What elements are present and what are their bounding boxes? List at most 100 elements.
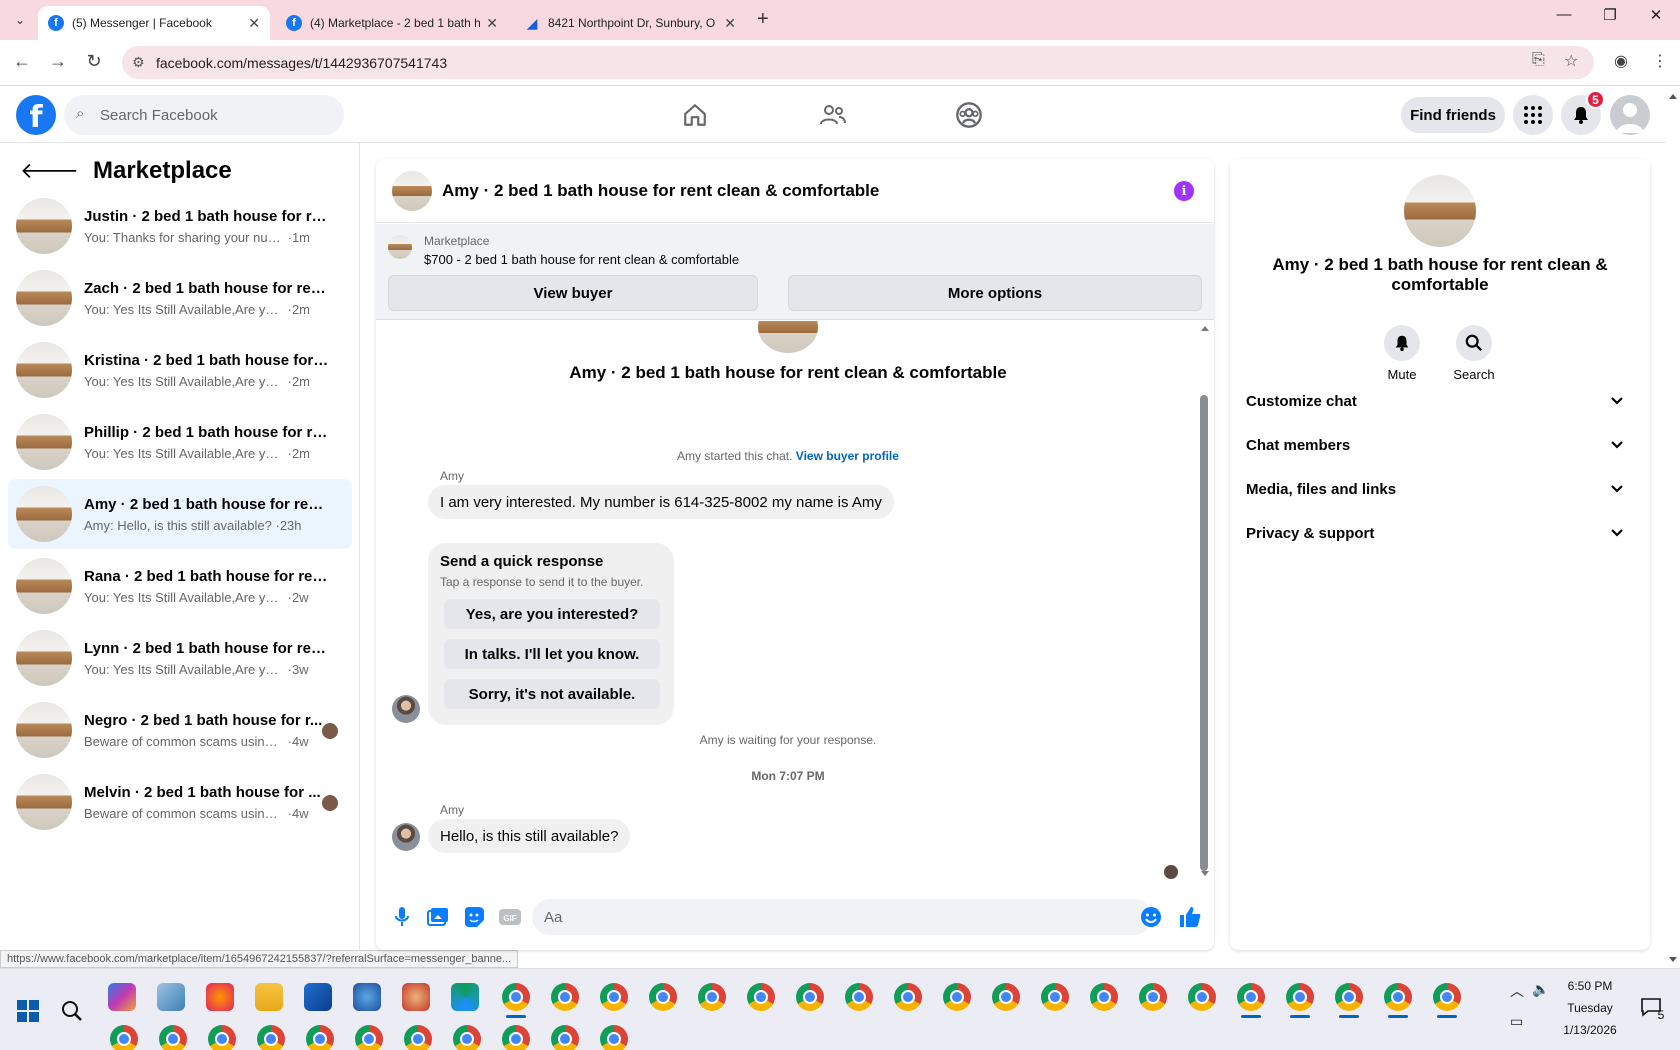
close-tab-icon[interactable]: ✕: [248, 15, 260, 32]
quick-reply-not-available-button[interactable]: Sorry, it's not available.: [444, 679, 660, 709]
facebook-search-input[interactable]: ⌕ Search Facebook: [64, 95, 344, 135]
chat-avatar[interactable]: [392, 170, 432, 211]
view-buyer-button[interactable]: View buyer: [388, 275, 758, 311]
info-section-row[interactable]: Privacy & support: [1246, 513, 1634, 553]
conversation-item[interactable]: Lynn · 2 bed 1 bath house for rent ... Yo…: [8, 623, 352, 693]
back-arrow-icon[interactable]: 🡐: [20, 158, 79, 184]
find-friends-button[interactable]: Find friends: [1401, 97, 1505, 133]
chrome-window-icon[interactable]: [208, 1025, 236, 1050]
home-icon[interactable]: [675, 99, 715, 131]
chrome-window-icon[interactable]: [796, 983, 824, 1011]
install-app-icon[interactable]: ⎘: [1532, 51, 1545, 69]
thumbs-up-icon[interactable]: [1178, 905, 1202, 929]
facebook-logo-icon[interactable]: f: [16, 95, 56, 135]
conversation-item[interactable]: Rana · 2 bed 1 bath house for rent ... Yo…: [8, 551, 352, 621]
info-avatar[interactable]: [1404, 175, 1476, 247]
paint-icon[interactable]: [402, 983, 430, 1011]
chrome-window-icon[interactable]: [1384, 983, 1412, 1011]
minimize-icon[interactable]: —: [1544, 6, 1584, 23]
page-scrollbar[interactable]: [1666, 87, 1680, 967]
conversation-item[interactable]: Justin · 2 bed 1 bath house for rent... Y…: [8, 191, 352, 261]
chrome-window-icon[interactable]: [551, 1025, 579, 1050]
restore-icon[interactable]: ❐: [1590, 6, 1630, 24]
close-tab-icon[interactable]: ✕: [724, 15, 736, 32]
chrome-window-icon[interactable]: [355, 1025, 383, 1050]
file-explorer-icon[interactable]: [255, 983, 283, 1011]
quick-reply-yes-button[interactable]: Yes, are you interested?: [444, 599, 660, 629]
message-bubble[interactable]: I am very interested. My number is 614-3…: [428, 485, 894, 519]
site-info-icon[interactable]: ⚙: [132, 54, 145, 71]
taskbar-search-icon[interactable]: [58, 997, 86, 1025]
message-bubble[interactable]: Hello, is this still available?: [428, 819, 631, 853]
microphone-icon[interactable]: [390, 905, 414, 929]
groups-icon[interactable]: [949, 99, 989, 131]
conversation-item[interactable]: Melvin · 2 bed 1 bath house for ... Bewar…: [8, 767, 352, 837]
chrome-window-icon[interactable]: [600, 983, 628, 1011]
reload-icon[interactable]: ↻: [82, 51, 106, 72]
chrome-window-icon[interactable]: [1188, 983, 1216, 1011]
chrome-window-icon[interactable]: [257, 1025, 285, 1050]
new-tab-icon[interactable]: +: [757, 8, 769, 31]
conversation-item[interactable]: Negro · 2 bed 1 bath house for r... Bewar…: [8, 695, 352, 765]
mute-button[interactable]: Mute: [1372, 325, 1432, 382]
chrome-window-icon[interactable]: [1139, 983, 1167, 1011]
chrome-window-icon[interactable]: [453, 1025, 481, 1050]
chrome-window-icon[interactable]: [502, 1025, 530, 1050]
info-icon[interactable]: i: [1174, 181, 1194, 201]
chrome-window-icon[interactable]: [943, 983, 971, 1011]
chrome-window-icon[interactable]: [600, 1025, 628, 1050]
browser-tab-messenger[interactable]: f (5) Messenger | Facebook ✕: [38, 6, 270, 40]
more-options-button[interactable]: More options: [788, 275, 1202, 311]
chrome-window-icon[interactable]: [110, 1025, 138, 1050]
chrome-window-icon[interactable]: [698, 983, 726, 1011]
chrome-window-icon[interactable]: [1286, 983, 1314, 1011]
close-tab-icon[interactable]: ✕: [486, 15, 498, 32]
emoji-icon[interactable]: [1139, 905, 1163, 929]
skype-icon[interactable]: [353, 983, 381, 1011]
chrome-window-icon[interactable]: [502, 983, 530, 1011]
chrome-window-icon[interactable]: [306, 1025, 334, 1050]
thread-scroll-thumb[interactable]: [1200, 395, 1208, 871]
chrome-window-icon[interactable]: [1433, 983, 1461, 1011]
info-section-row[interactable]: Chat members: [1246, 425, 1634, 465]
address-bar[interactable]: ⚙ facebook.com/messages/t/14429367075417…: [122, 46, 1594, 79]
quick-reply-in-talks-button[interactable]: In talks. I'll let you know.: [444, 639, 660, 669]
conversation-item[interactable]: Kristina · 2 bed 1 bath house for re... Y…: [8, 335, 352, 405]
friends-icon[interactable]: [813, 99, 853, 131]
firefox-icon[interactable]: [206, 983, 234, 1011]
sender-avatar[interactable]: [392, 823, 420, 851]
chrome-window-icon[interactable]: [649, 983, 677, 1011]
chrome-window-icon[interactable]: [551, 983, 579, 1011]
chrome-window-icon[interactable]: [1041, 983, 1069, 1011]
chat-title[interactable]: Amy · 2 bed 1 bath house for rent clean …: [442, 181, 879, 201]
copilot-icon[interactable]: [108, 983, 136, 1011]
edge-icon[interactable]: [451, 983, 479, 1011]
info-section-row[interactable]: Media, files and links: [1246, 469, 1634, 509]
chrome-window-icon[interactable]: [159, 1025, 187, 1050]
view-buyer-profile-link[interactable]: View buyer profile: [796, 449, 899, 463]
browser-tab-marketplace[interactable]: f (4) Marketplace - 2 bed 1 bath h ✕: [276, 6, 508, 40]
account-avatar[interactable]: [1610, 95, 1650, 135]
conversation-item[interactable]: Zach · 2 bed 1 bath house for rent ... Yo…: [8, 263, 352, 333]
chrome-window-icon[interactable]: [1090, 983, 1118, 1011]
browser-menu-icon[interactable]: ⋮: [1652, 51, 1668, 71]
files-app-icon[interactable]: [157, 983, 185, 1011]
back-icon[interactable]: ←: [10, 51, 34, 72]
forward-icon[interactable]: →: [46, 51, 70, 72]
chrome-window-icon[interactable]: [1335, 983, 1363, 1011]
chrome-window-icon[interactable]: [894, 983, 922, 1011]
speaker-icon[interactable]: 🔈: [1532, 981, 1549, 998]
chrome-window-icon[interactable]: [404, 1025, 432, 1050]
chrome-window-icon[interactable]: [1237, 983, 1265, 1011]
conversation-item[interactable]: Phillip · 2 bed 1 bath house for ren... Y…: [8, 407, 352, 477]
browser-tab-zillow[interactable]: ◢ 8421 Northpoint Dr, Sunbury, O ✕: [514, 6, 746, 40]
profile-icon[interactable]: ◉: [1614, 51, 1628, 71]
listing-thumbnail[interactable]: [388, 235, 412, 259]
sticker-icon[interactable]: [462, 905, 486, 929]
show-hidden-icons-chevron[interactable]: ︿: [1510, 981, 1524, 1001]
message-input[interactable]: Aa: [532, 899, 1152, 935]
chrome-window-icon[interactable]: [992, 983, 1020, 1011]
listing-title[interactable]: $700 - 2 bed 1 bath house for rent clean…: [424, 252, 739, 267]
menu-grid-icon[interactable]: [1513, 95, 1553, 135]
chrome-window-icon[interactable]: [845, 983, 873, 1011]
